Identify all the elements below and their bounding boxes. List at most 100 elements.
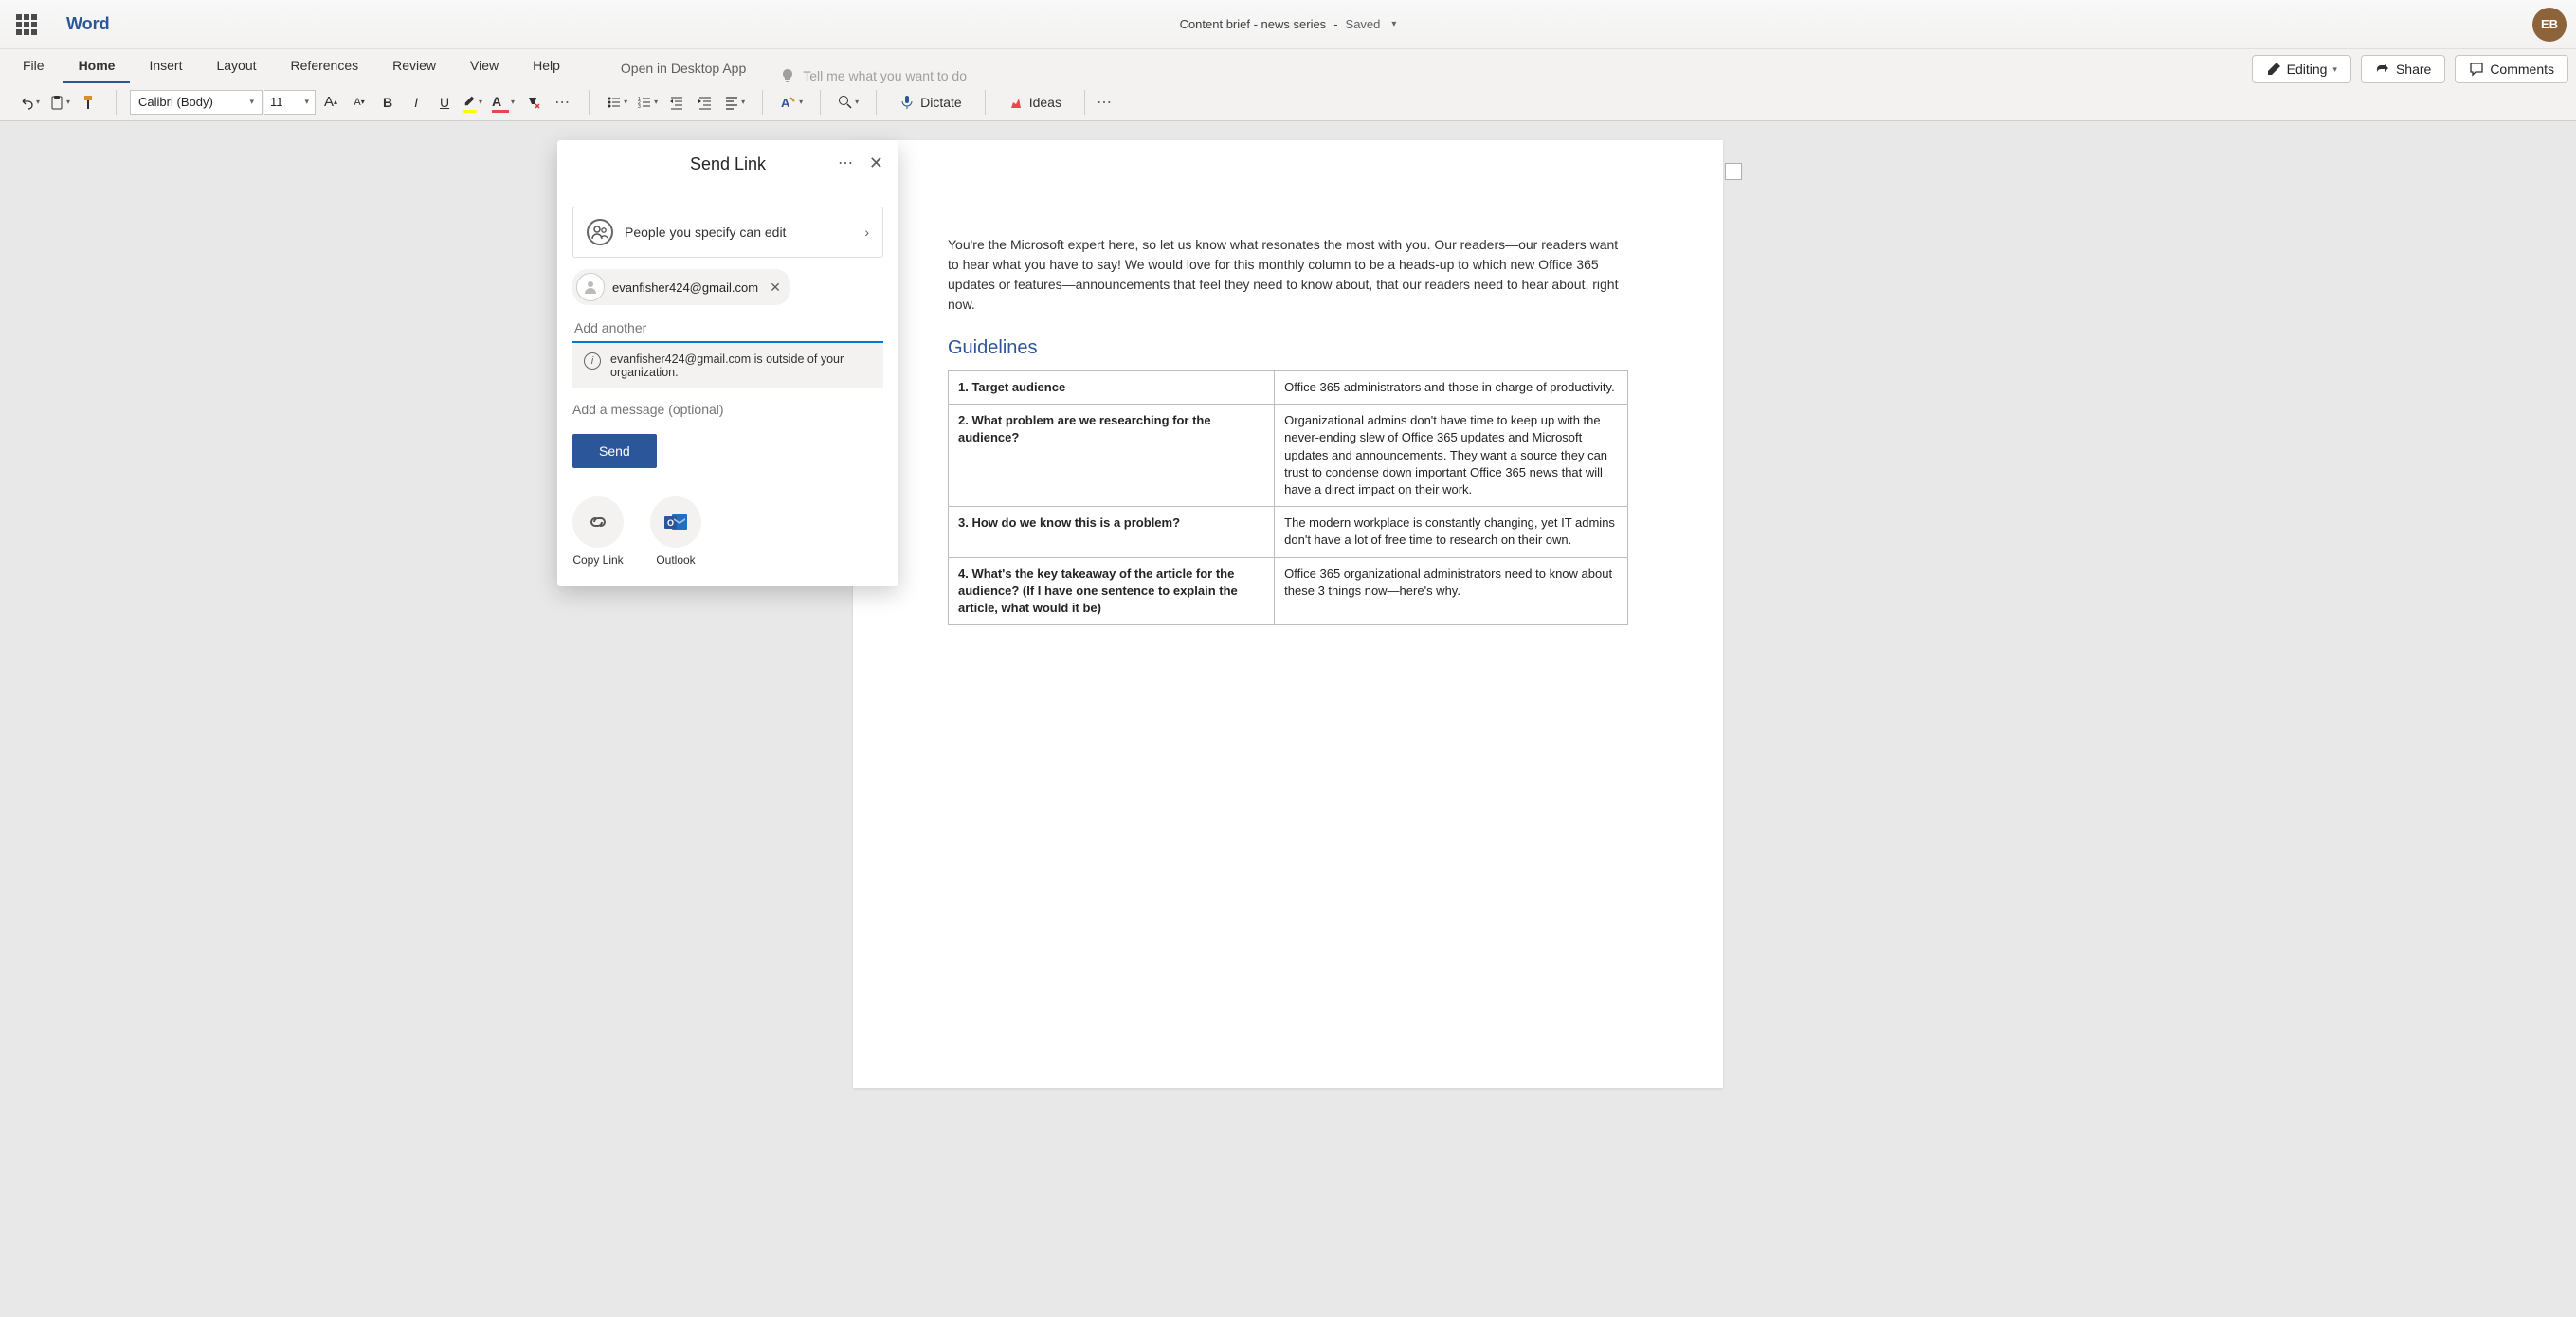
brand-word: Word xyxy=(66,14,110,34)
close-icon[interactable]: ✕ xyxy=(869,153,883,173)
tab-file[interactable]: File xyxy=(8,50,60,83)
editing-label: Editing xyxy=(2287,62,2328,77)
clear-formatting-button[interactable] xyxy=(520,89,547,116)
increase-indent-button[interactable] xyxy=(692,89,718,116)
add-recipient-input[interactable] xyxy=(572,315,883,343)
document-canvas[interactable]: You're the Microsoft expert here, so let… xyxy=(0,121,2576,1317)
align-left-icon xyxy=(724,95,739,110)
info-icon: i xyxy=(584,352,601,370)
copy-link-icon xyxy=(572,496,624,548)
chevron-right-icon: › xyxy=(864,225,869,240)
table-answer[interactable]: The modern workplace is constantly chang… xyxy=(1275,507,1628,557)
table-answer[interactable]: Office 365 administrators and those in c… xyxy=(1275,371,1628,405)
underline-button[interactable]: U xyxy=(431,89,458,116)
avatar[interactable]: EB xyxy=(2532,8,2567,42)
numbering-button[interactable]: 123▾ xyxy=(633,89,662,116)
outdent-icon xyxy=(669,95,684,110)
send-button[interactable]: Send xyxy=(572,434,657,468)
more-font-button[interactable]: ⋯ xyxy=(549,89,575,116)
dialog-title: Send Link xyxy=(690,154,766,174)
send-link-dialog: Send Link ⋯ ✕ People you specify can edi… xyxy=(557,140,898,586)
app-launcher-icon[interactable] xyxy=(9,8,44,42)
link-settings-button[interactable]: People you specify can edit › xyxy=(572,207,883,258)
font-color-icon: A xyxy=(492,94,509,111)
table-question[interactable]: 3. How do we know this is a problem? xyxy=(949,507,1275,557)
brief-table[interactable]: 1. Target audience Office 365 administra… xyxy=(948,370,1628,625)
font-size-value: 11 xyxy=(270,95,283,109)
comments-button[interactable]: Comments xyxy=(2455,55,2568,83)
tab-review[interactable]: Review xyxy=(377,50,451,83)
info-text: evanfisher424@gmail.com is outside of yo… xyxy=(610,352,872,379)
copy-link-button[interactable]: Copy Link xyxy=(572,496,624,567)
chevron-down-icon[interactable]: ▾ xyxy=(1391,19,1396,29)
page[interactable]: You're the Microsoft expert here, so let… xyxy=(853,140,1723,1088)
dictate-button[interactable]: Dictate xyxy=(890,89,971,116)
paste-button[interactable]: ▾ xyxy=(45,89,74,116)
table-question[interactable]: 1. Target audience xyxy=(949,371,1275,405)
recipient-chip[interactable]: evanfisher424@gmail.com ✕ xyxy=(572,269,790,305)
share-label: Share xyxy=(2396,62,2431,77)
share-icon xyxy=(2375,62,2390,77)
mic-icon xyxy=(899,95,915,110)
comments-label: Comments xyxy=(2490,62,2554,77)
table-answer[interactable]: Office 365 organizational administrators… xyxy=(1275,557,1628,625)
document-title: Content brief - news series xyxy=(1180,17,1327,31)
intro-paragraph[interactable]: You're the Microsoft expert here, so let… xyxy=(948,235,1628,315)
tell-me-search[interactable]: Tell me what you want to do xyxy=(765,68,982,83)
copy-link-label: Copy Link xyxy=(572,553,623,567)
decrease-indent-button[interactable] xyxy=(663,89,690,116)
shrink-font-button[interactable]: A▾ xyxy=(346,89,372,116)
outlook-button[interactable]: O Outlook xyxy=(650,496,701,567)
search-icon xyxy=(838,95,853,110)
format-painter-button[interactable] xyxy=(76,89,102,116)
table-answer[interactable]: Organizational admins don't have time to… xyxy=(1275,405,1628,507)
tab-references[interactable]: References xyxy=(276,50,374,83)
ideas-button[interactable]: Ideas xyxy=(999,89,1071,116)
table-row: 1. Target audience Office 365 administra… xyxy=(949,371,1628,405)
open-in-desktop[interactable]: Open in Desktop App xyxy=(606,53,761,83)
clear-format-icon xyxy=(526,95,541,110)
align-button[interactable]: ▾ xyxy=(720,89,749,116)
font-size-select[interactable]: 11 ▾ xyxy=(264,90,316,115)
save-status: Saved xyxy=(1346,17,1381,31)
tab-view[interactable]: View xyxy=(455,50,514,83)
clipboard-icon xyxy=(49,95,64,110)
message-input[interactable] xyxy=(572,402,883,417)
table-question[interactable]: 4. What's the key takeaway of the articl… xyxy=(949,557,1275,625)
highlight-button[interactable]: ▾ xyxy=(460,89,486,116)
editing-mode-button[interactable]: Editing ▾ xyxy=(2252,55,2351,83)
ideas-icon xyxy=(1008,95,1024,110)
guidelines-heading[interactable]: Guidelines xyxy=(948,337,1628,359)
svg-text:3: 3 xyxy=(638,104,641,110)
bullets-button[interactable]: ▾ xyxy=(603,89,631,116)
table-row: 3. How do we know this is a problem? The… xyxy=(949,507,1628,557)
ideas-label: Ideas xyxy=(1029,95,1061,110)
person-icon xyxy=(576,273,605,301)
font-color-button[interactable]: A▾ xyxy=(488,89,518,116)
tab-help[interactable]: Help xyxy=(517,50,575,83)
highlight-icon xyxy=(463,94,477,110)
find-button[interactable]: ▾ xyxy=(834,89,862,116)
tab-home[interactable]: Home xyxy=(63,50,131,83)
more-ribbon-button[interactable]: ⋯ xyxy=(1091,89,1117,116)
svg-text:A: A xyxy=(781,96,790,110)
more-options-icon[interactable]: ⋯ xyxy=(838,153,855,172)
numbering-icon: 123 xyxy=(637,95,652,110)
styles-icon: A xyxy=(780,94,797,111)
table-question[interactable]: 2. What problem are we researching for t… xyxy=(949,405,1275,507)
undo-button[interactable]: ▾ xyxy=(15,89,44,116)
permission-text: People you specify can edit xyxy=(625,225,853,240)
bold-button[interactable]: B xyxy=(374,89,401,116)
tab-layout[interactable]: Layout xyxy=(201,50,271,83)
italic-button[interactable]: I xyxy=(403,89,429,116)
grow-font-button[interactable]: A▴ xyxy=(317,89,344,116)
title-separator: - xyxy=(1333,17,1337,31)
external-user-info: i evanfisher424@gmail.com is outside of … xyxy=(572,343,883,388)
share-button[interactable]: Share xyxy=(2361,55,2445,83)
font-family-select[interactable]: Calibri (Body) ▾ xyxy=(130,90,263,115)
remove-recipient-icon[interactable]: ✕ xyxy=(770,280,781,296)
paintbrush-icon xyxy=(82,95,97,110)
tab-insert[interactable]: Insert xyxy=(134,50,197,83)
styles-button[interactable]: A▾ xyxy=(776,89,807,116)
document-title-bar[interactable]: Content brief - news series - Saved ▾ xyxy=(1180,17,1397,31)
